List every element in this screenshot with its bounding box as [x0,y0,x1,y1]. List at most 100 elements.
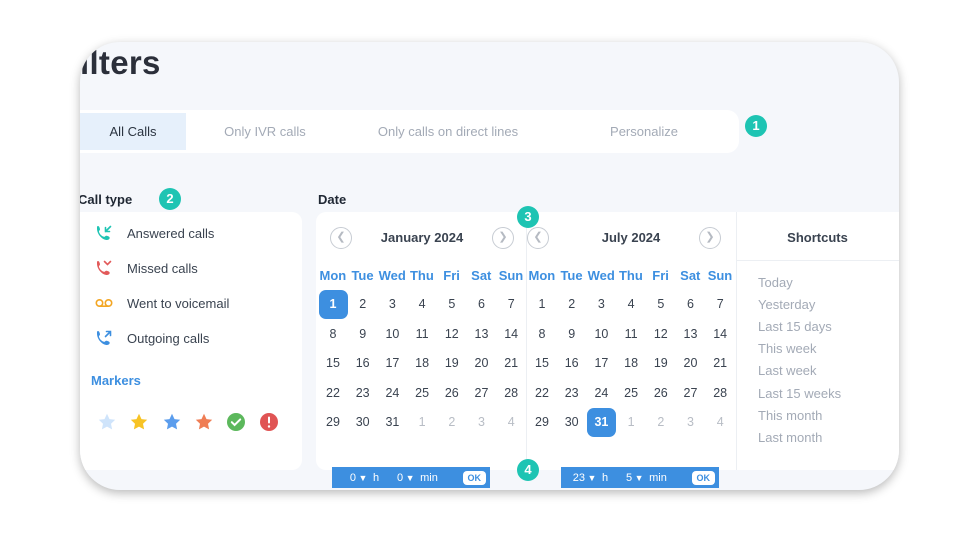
calendar-day[interactable]: 1 [617,408,646,437]
calendar-day[interactable]: 5 [646,290,675,319]
calendar-day[interactable]: 6 [676,290,705,319]
calendar-day[interactable]: 20 [467,349,496,378]
chevron-down-icon[interactable]: ▼ [356,473,370,483]
calendar-day[interactable]: 14 [706,320,735,349]
tab-only-ivr-calls[interactable]: Only IVR calls [186,113,344,150]
calendar-day[interactable]: 23 [348,379,377,408]
calendar-day[interactable]: 30 [557,408,586,437]
end-minutes-value[interactable]: 5 [608,472,632,484]
calendar-day[interactable]: 12 [437,320,466,349]
calendar-day[interactable]: 20 [676,349,705,378]
calendar-day[interactable]: 5 [437,290,466,319]
calendar-day[interactable]: 13 [467,320,496,349]
calendar-day[interactable]: 16 [557,349,586,378]
calendar-day[interactable]: 4 [408,290,437,319]
tab-only-direct-lines[interactable]: Only calls on direct lines [344,113,552,150]
calendar-day[interactable]: 19 [646,349,675,378]
calendar-day[interactable]: 24 [587,379,616,408]
calendar-day[interactable]: 10 [587,320,616,349]
calendar-day[interactable]: 2 [437,408,466,437]
calendar-day[interactable]: 27 [467,379,496,408]
shortcut-last-week[interactable]: Last week [758,363,817,378]
calendar-day[interactable]: 26 [437,379,466,408]
calendar-day[interactable]: 24 [378,379,407,408]
calendar-day[interactable]: 17 [587,349,616,378]
chevron-right-icon[interactable]: ❯ [492,227,514,249]
calendar-day[interactable]: 3 [467,408,496,437]
calendar-day[interactable]: 21 [706,349,735,378]
shortcut-last-month[interactable]: Last month [758,430,822,445]
start-minutes-value[interactable]: 0 [379,472,403,484]
calendar-day[interactable]: 31 [378,408,407,437]
calendar-day[interactable]: 19 [437,349,466,378]
calendar-day[interactable]: 11 [408,320,437,349]
end-hours-value[interactable]: 23 [561,472,585,484]
calendar-day[interactable]: 2 [646,408,675,437]
shortcut-last-15-days[interactable]: Last 15 days [758,319,832,334]
calendar-day[interactable]: 29 [319,408,348,437]
calendar-day[interactable]: 28 [497,379,526,408]
calendar-day[interactable]: 31 [586,408,616,437]
call-type-answered[interactable]: Answered calls [94,222,214,244]
end-time-ok-button[interactable]: OK [691,470,715,485]
call-type-voicemail[interactable]: Went to voicemail [94,292,229,314]
chevron-down-icon[interactable]: ▼ [632,473,646,483]
star-yellow-icon[interactable] [128,411,150,433]
star-orange-icon[interactable] [193,411,215,433]
calendar-day[interactable]: 3 [676,408,705,437]
calendar-day[interactable]: 8 [319,320,348,349]
calendar-day[interactable]: 1 [528,290,557,319]
calendar-day[interactable]: 11 [617,320,646,349]
calendar-day[interactable]: 3 [378,290,407,319]
shortcut-last-15-weeks[interactable]: Last 15 weeks [758,386,841,401]
start-time-ok-button[interactable]: OK [462,470,486,485]
check-circle-icon[interactable] [225,411,247,433]
calendar-day[interactable]: 29 [528,408,557,437]
calendar-day[interactable]: 22 [319,379,348,408]
calendar-day[interactable]: 14 [497,320,526,349]
calendar-day[interactable]: 18 [617,349,646,378]
calendar-day[interactable]: 23 [557,379,586,408]
calendar-day[interactable]: 25 [617,379,646,408]
exclamation-circle-icon[interactable] [258,411,280,433]
calendar-day[interactable]: 18 [408,349,437,378]
calendar-day[interactable]: 15 [319,349,348,378]
calendar-day[interactable]: 3 [587,290,616,319]
tab-personalize[interactable]: Personalize [552,113,736,150]
calendar-day[interactable]: 4 [497,408,526,437]
calendar-day[interactable]: 12 [646,320,675,349]
calendar-day[interactable]: 2 [348,290,377,319]
calendar-day[interactable]: 22 [528,379,557,408]
shortcut-this-month[interactable]: This month [758,408,822,423]
shortcut-today[interactable]: Today [758,275,793,290]
calendar-day[interactable]: 6 [467,290,496,319]
calendar-day[interactable]: 30 [348,408,377,437]
calendar-day[interactable]: 25 [408,379,437,408]
calendar-day[interactable]: 26 [646,379,675,408]
star-light-icon[interactable] [96,411,118,433]
calendar-day[interactable]: 7 [706,290,735,319]
shortcut-yesterday[interactable]: Yesterday [758,297,815,312]
calendar-day[interactable]: 4 [706,408,735,437]
calendar-day[interactable]: 9 [557,320,586,349]
calendar-day[interactable]: 1 [318,290,348,319]
calendar-day[interactable]: 13 [676,320,705,349]
calendar-day[interactable]: 21 [497,349,526,378]
chevron-right-icon[interactable]: ❯ [699,227,721,249]
calendar-day[interactable]: 1 [408,408,437,437]
calendar-day[interactable]: 4 [617,290,646,319]
shortcut-this-week[interactable]: This week [758,341,817,356]
calendar-day[interactable]: 2 [557,290,586,319]
calendar-day[interactable]: 7 [497,290,526,319]
call-type-outgoing[interactable]: Outgoing calls [94,327,209,349]
star-blue-icon[interactable] [161,411,183,433]
chevron-down-icon[interactable]: ▼ [585,473,599,483]
calendar-day[interactable]: 9 [348,320,377,349]
start-hours-value[interactable]: 0 [332,472,356,484]
calendar-day[interactable]: 15 [528,349,557,378]
calendar-day[interactable]: 27 [676,379,705,408]
calendar-day[interactable]: 10 [378,320,407,349]
calendar-day[interactable]: 28 [706,379,735,408]
chevron-down-icon[interactable]: ▼ [403,473,417,483]
calendar-day[interactable]: 16 [348,349,377,378]
